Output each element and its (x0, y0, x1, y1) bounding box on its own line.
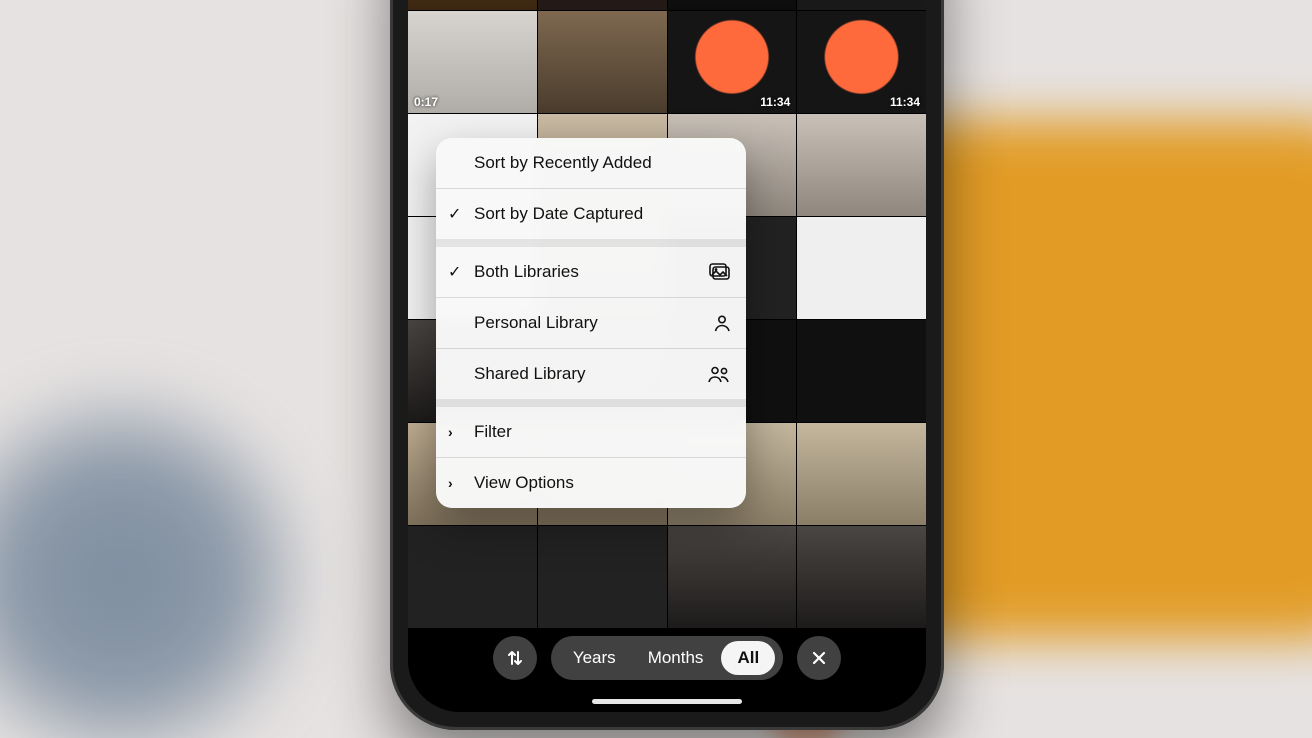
bottom-controls: Years Months All (408, 636, 926, 680)
menu-label: Sort by Recently Added (474, 153, 652, 173)
menu-personal-library[interactable]: Personal Library (436, 298, 746, 348)
library-options-menu: Sort by Recently Added ✓ Sort by Date Ca… (436, 138, 746, 508)
checkmark-icon: ✓ (448, 262, 461, 282)
photo-thumb[interactable] (538, 526, 667, 628)
iphone-frame: 0:17 11:34 11:34 (390, 0, 944, 730)
home-indicator[interactable] (592, 699, 742, 704)
person-icon (712, 313, 732, 333)
time-range-segmented: Years Months All (551, 636, 783, 680)
group-separator (436, 399, 746, 407)
segment-all[interactable]: All (721, 641, 775, 675)
video-timestamp: 11:34 (890, 95, 920, 109)
chevron-right-icon: › (448, 424, 453, 440)
photo-thumb[interactable] (797, 526, 926, 628)
photo-thumb[interactable]: 0:17 (408, 11, 537, 113)
iphone-screen: 0:17 11:34 11:34 (408, 0, 926, 712)
chevron-right-icon: › (448, 475, 453, 491)
video-timestamp: 11:34 (760, 95, 790, 109)
desk-scene: 0:17 11:34 11:34 (0, 0, 1312, 738)
photo-thumb[interactable] (797, 423, 926, 525)
photo-thumb[interactable] (538, 11, 667, 113)
menu-filter[interactable]: › Filter (436, 407, 746, 457)
menu-both-libraries[interactable]: ✓ Both Libraries (436, 247, 746, 297)
photo-thumb[interactable] (668, 0, 797, 10)
photo-thumb[interactable] (538, 0, 667, 10)
photo-stack-icon (708, 262, 732, 282)
menu-view-options[interactable]: › View Options (436, 458, 746, 508)
photo-thumb[interactable] (408, 526, 537, 628)
segment-months[interactable]: Months (632, 636, 720, 680)
photo-thumb[interactable] (797, 114, 926, 216)
background-blur-left (0, 298, 400, 738)
people-icon (706, 364, 732, 384)
group-separator (436, 239, 746, 247)
close-button[interactable] (797, 636, 841, 680)
menu-label: Personal Library (474, 313, 598, 333)
photo-thumb[interactable] (797, 0, 926, 10)
sort-arrows-icon (505, 648, 525, 668)
menu-sort-date-captured[interactable]: ✓ Sort by Date Captured (436, 189, 746, 239)
menu-label: Filter (474, 422, 512, 442)
video-duration: 0:17 (414, 95, 438, 109)
photo-thumb[interactable] (797, 320, 926, 422)
segment-years[interactable]: Years (557, 636, 632, 680)
menu-label: View Options (474, 473, 574, 493)
photo-thumb[interactable] (408, 0, 537, 10)
menu-sort-recently-added[interactable]: Sort by Recently Added (436, 138, 746, 188)
menu-label: Both Libraries (474, 262, 579, 282)
sort-button[interactable] (493, 636, 537, 680)
menu-label: Shared Library (474, 364, 586, 384)
photo-thumb[interactable]: 11:34 (797, 11, 926, 113)
menu-shared-library[interactable]: Shared Library (436, 349, 746, 399)
photo-thumb[interactable]: 11:34 (668, 11, 797, 113)
photo-thumb[interactable] (668, 526, 797, 628)
photo-thumb[interactable] (797, 217, 926, 319)
close-x-icon (810, 649, 828, 667)
menu-label: Sort by Date Captured (474, 204, 643, 224)
checkmark-icon: ✓ (448, 204, 461, 224)
